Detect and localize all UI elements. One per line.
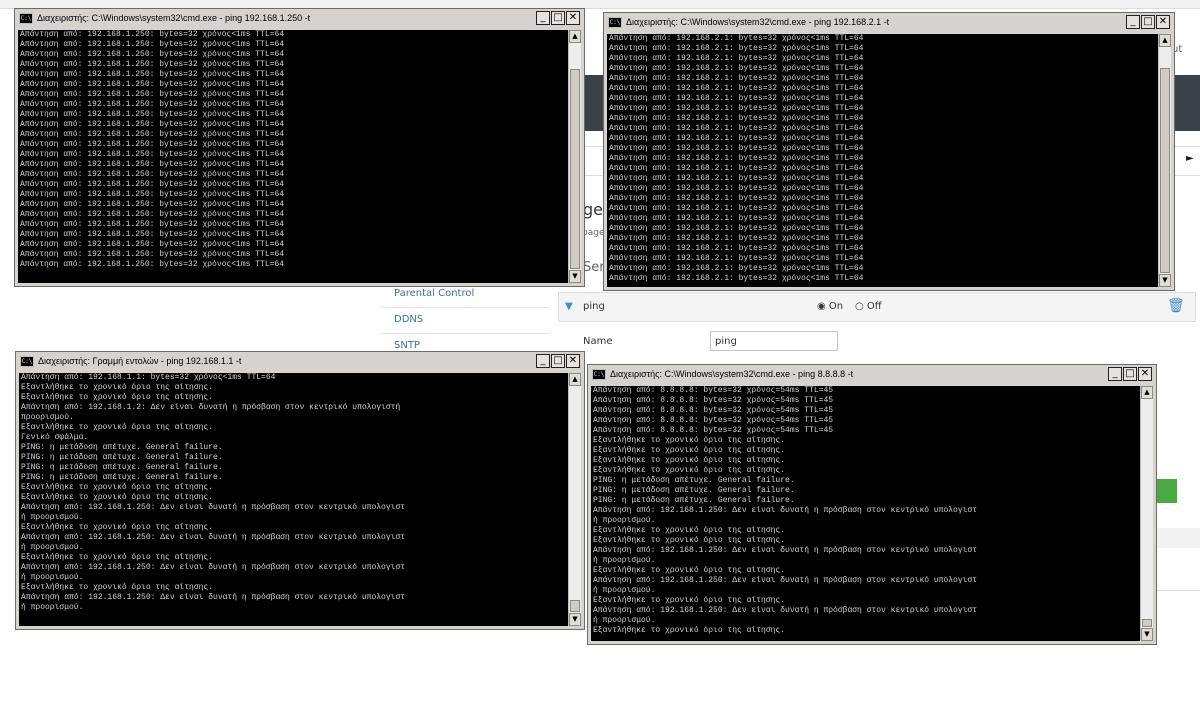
- name-field[interactable]: [710, 331, 838, 351]
- divider: [1157, 590, 1200, 591]
- window-title: Διαχειριστής: C:\Windows\system32\cmd.ex…: [626, 17, 890, 27]
- cmd-window-ping-8-8-8-8[interactable]: C:\ Διαχειριστής: C:\Windows\system32\cm…: [587, 364, 1157, 645]
- scroll-down-icon[interactable]: ▼: [1141, 628, 1153, 641]
- window-title-bar[interactable]: C:\ Διαχειριστής: Γραμμή εντολών - ping …: [19, 354, 581, 370]
- console-text: Απάντηση από: 192.168.2.1: bytes=32 χρόν…: [609, 34, 864, 283]
- page-heading: ge: [583, 200, 603, 219]
- page-description: page: [582, 228, 605, 238]
- scroll-up-icon[interactable]: ▲: [569, 373, 581, 386]
- close-button[interactable]: ✕: [1156, 15, 1170, 29]
- footer-bar: [1157, 528, 1200, 548]
- cmd-app-icon: C:\: [608, 17, 622, 28]
- trash-icon[interactable]: 🗑: [1167, 298, 1185, 314]
- window-controls: _ □ ✕: [1126, 15, 1170, 29]
- scroll-thumb[interactable]: [570, 600, 580, 612]
- section-heading: Ser: [583, 260, 605, 275]
- maximize-button[interactable]: □: [1123, 367, 1137, 381]
- console-output[interactable]: Απάντηση από: 192.168.1.250: bytes=32 χρ…: [18, 30, 581, 283]
- vertical-scrollbar[interactable]: ▲ ▼: [568, 373, 581, 626]
- maximize-button[interactable]: □: [1141, 15, 1155, 29]
- service-title: ping: [583, 301, 605, 312]
- window-title: Διαχειριστής: Γραμμή εντολών - ping 192.…: [38, 356, 242, 366]
- name-field-label: Name: [583, 336, 613, 347]
- console-output[interactable]: Απάντηση από: 8.8.8.8: bytes=32 χρόνος=5…: [591, 386, 1153, 641]
- service-on-radio[interactable]: ◉ On: [817, 301, 843, 312]
- service-on-label: On: [828, 301, 844, 312]
- window-controls: _ □ ✕: [536, 354, 580, 368]
- minimize-button[interactable]: _: [536, 354, 550, 368]
- scroll-down-icon[interactable]: ▼: [569, 613, 581, 626]
- close-button[interactable]: ✕: [566, 11, 580, 25]
- service-off-radio[interactable]: ○ Off: [855, 301, 882, 312]
- scroll-thumb[interactable]: [570, 69, 580, 269]
- console-text: Απάντηση από: 8.8.8.8: bytes=32 χρόνος=5…: [593, 386, 978, 635]
- scroll-up-icon[interactable]: ▲: [569, 30, 581, 43]
- scroll-up-icon[interactable]: ▲: [1159, 34, 1171, 47]
- console-text: Απάντηση από: 192.168.1.1: bytes=32 χρόν…: [21, 373, 406, 612]
- close-button[interactable]: ✕: [566, 354, 580, 368]
- vertical-scrollbar[interactable]: ▲ ▼: [568, 30, 581, 283]
- minimize-button[interactable]: _: [1126, 15, 1140, 29]
- service-panel-header: ▼ ping ◉ On ○ Off 🗑: [558, 292, 1196, 322]
- apply-button[interactable]: [1157, 479, 1177, 503]
- console-text: Απάντηση από: 192.168.1.250: bytes=32 χρ…: [20, 30, 285, 269]
- scroll-up-icon[interactable]: ▲: [1141, 386, 1153, 399]
- window-title-bar[interactable]: C:\ Διαχειριστής: C:\Windows\system32\cm…: [591, 367, 1153, 383]
- collapse-caret-icon[interactable]: ▼: [565, 301, 573, 312]
- window-controls: _ □ ✕: [536, 11, 580, 25]
- window-title-bar[interactable]: C:\ Διαχειριστής: C:\Windows\system32\cm…: [18, 11, 581, 27]
- close-button[interactable]: ✕: [1138, 367, 1152, 381]
- console-output[interactable]: Απάντηση από: 192.168.2.1: bytes=32 χρόν…: [607, 34, 1171, 287]
- service-off-label: Off: [866, 301, 882, 312]
- scroll-down-icon[interactable]: ▼: [1159, 274, 1171, 287]
- minimize-button[interactable]: _: [536, 11, 550, 25]
- cmd-app-icon: C:\: [592, 369, 606, 380]
- cmd-window-ping-192-168-1-250[interactable]: C:\ Διαχειριστής: C:\Windows\system32\cm…: [14, 8, 585, 287]
- cmd-window-ping-192-168-1-1[interactable]: C:\ Διαχειριστής: Γραμμή εντολών - ping …: [15, 351, 585, 630]
- scroll-thumb[interactable]: [1142, 619, 1152, 627]
- vertical-scrollbar[interactable]: ▲ ▼: [1140, 386, 1153, 641]
- next-tab-arrow-icon[interactable]: ►: [1186, 153, 1194, 164]
- window-title: Διαχειριστής: C:\Windows\system32\cmd.ex…: [37, 13, 311, 23]
- maximize-button[interactable]: □: [551, 354, 565, 368]
- window-title-bar[interactable]: C:\ Διαχειριστής: C:\Windows\system32\cm…: [607, 15, 1171, 31]
- window-title: Διαχειριστής: C:\Windows\system32\cmd.ex…: [610, 369, 854, 379]
- cmd-app-icon: C:\: [20, 356, 34, 367]
- maximize-button[interactable]: □: [551, 11, 565, 25]
- scroll-thumb[interactable]: [1160, 68, 1170, 273]
- cmd-app-icon: C:\: [19, 13, 33, 24]
- vertical-scrollbar[interactable]: ▲ ▼: [1158, 34, 1171, 287]
- scroll-down-icon[interactable]: ▼: [569, 270, 581, 283]
- cmd-window-ping-192-168-2-1[interactable]: C:\ Διαχειριστής: C:\Windows\system32\cm…: [603, 12, 1175, 291]
- sidebar-item-ddns[interactable]: DDNS: [380, 308, 550, 334]
- console-output[interactable]: Απάντηση από: 192.168.1.1: bytes=32 χρόν…: [19, 373, 581, 626]
- minimize-button[interactable]: _: [1108, 367, 1122, 381]
- window-controls: _ □ ✕: [1108, 367, 1152, 381]
